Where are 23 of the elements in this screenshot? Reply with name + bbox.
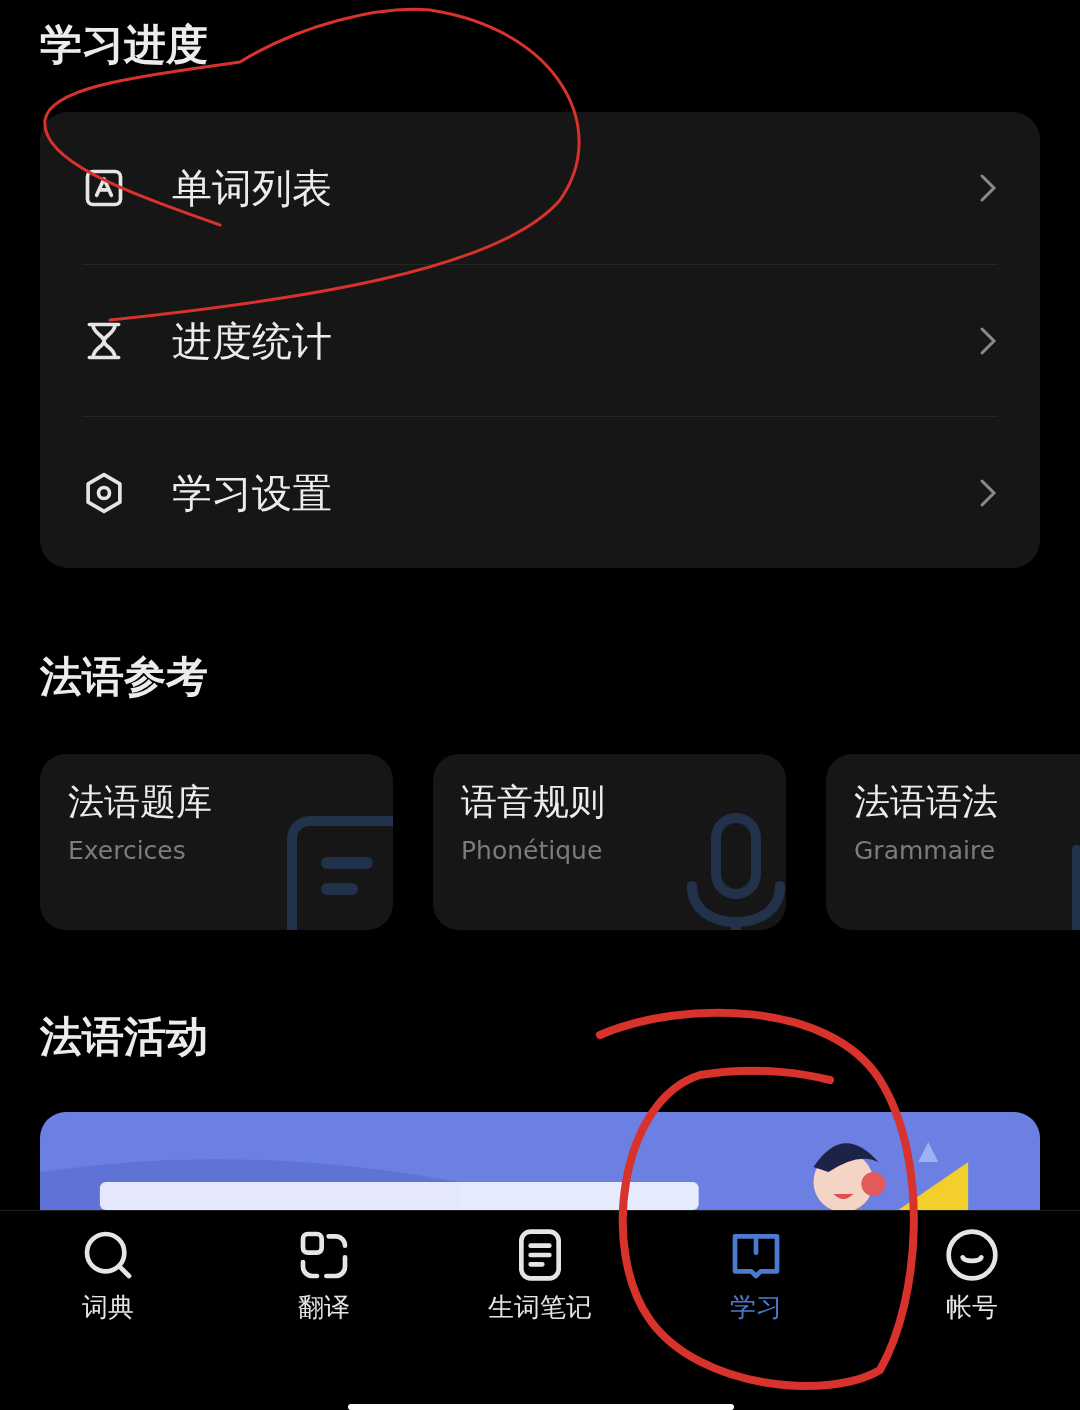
menu-item[interactable]: 进度统计	[82, 264, 998, 416]
tab-item[interactable]: 翻译	[296, 1227, 352, 1323]
section-title: 学习进度	[40, 19, 209, 71]
tab-item[interactable]: 词典	[80, 1227, 136, 1323]
card-subtitle: Exercices	[68, 835, 187, 867]
tab-item[interactable]: 帐号	[944, 1227, 1000, 1323]
menu-item-label: 进度统计	[172, 316, 333, 366]
menu-item-label: 单词列表	[172, 164, 333, 213]
reference-card[interactable]: 语音规则 Phonétique	[433, 754, 786, 930]
reference-card[interactable]: 法语题库 Exercices	[40, 754, 393, 930]
card-title: 法语语法	[854, 780, 999, 824]
reference-card[interactable]: 法语语法 Grammaire	[826, 754, 1080, 930]
card-title: 语音规则	[461, 780, 606, 824]
tab-item[interactable]: 学习	[728, 1227, 784, 1323]
menu-item-label: 学习设置	[172, 468, 333, 518]
section-title: 法语参考	[40, 651, 209, 703]
tab-item[interactable]: 生词笔记	[488, 1227, 592, 1323]
card-subtitle: Grammaire	[854, 835, 997, 867]
section-title: 法语活动	[40, 1011, 209, 1063]
card-title: 法语题库	[68, 780, 213, 824]
menu-item[interactable]: 学习设置	[82, 416, 998, 568]
menu-item[interactable]: 单词列表	[82, 112, 998, 264]
card-subtitle: Phonétique	[461, 835, 604, 867]
